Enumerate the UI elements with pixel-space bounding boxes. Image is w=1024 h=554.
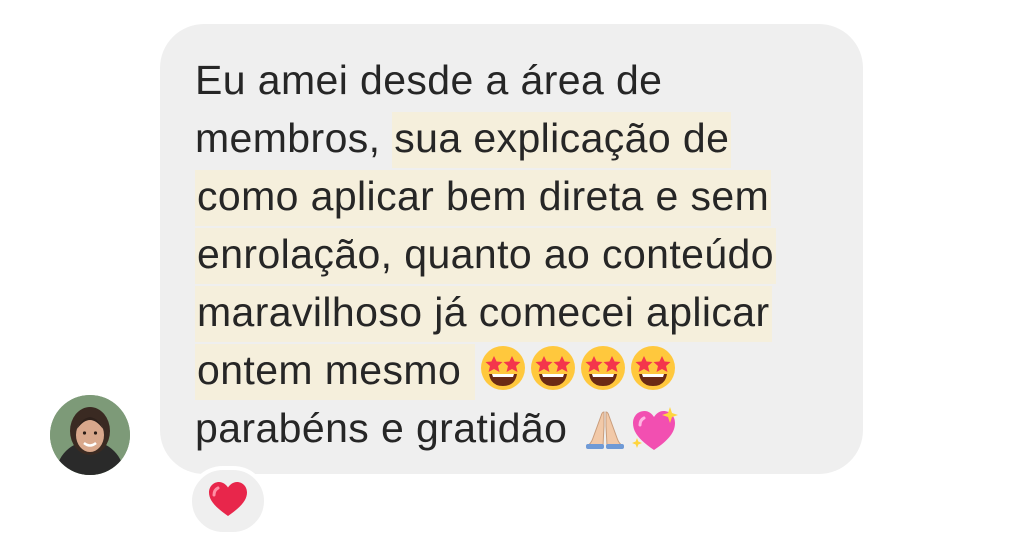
star-struck-emoji-group xyxy=(479,344,677,407)
message-line-5-highlight: maravilhoso já comecei aplicar xyxy=(195,286,772,342)
avatar-photo xyxy=(50,395,130,475)
red-heart-icon xyxy=(207,480,249,523)
sender-avatar[interactable] xyxy=(50,395,130,475)
message-text: Eu amei desde a área de membros, sua exp… xyxy=(195,51,776,457)
message-line-7-text: parabéns e gratidão xyxy=(195,405,580,451)
chat-thread: Eu amei desde a área de membros, sua exp… xyxy=(0,0,1024,554)
message-bubble[interactable]: Eu amei desde a área de membros, sua exp… xyxy=(160,24,863,474)
star-struck-emoji xyxy=(479,344,527,407)
message-line-2-text: membros, xyxy=(195,115,393,161)
message-line-3-highlight: como aplicar bem direta e sem xyxy=(195,170,772,226)
message-line-2: membros, sua explicação de xyxy=(195,109,776,168)
message-line-2-highlight: sua explicação de xyxy=(392,112,732,168)
message-line-7: parabéns e gratidão xyxy=(195,399,776,457)
message-line-5: maravilhoso já comecei aplicar xyxy=(195,283,776,342)
message-line-6-highlight: ontem mesmo xyxy=(195,344,475,400)
closing-emoji-group xyxy=(583,406,679,469)
star-struck-emoji xyxy=(529,344,577,407)
message-line-4-highlight: enrolação, quanto ao conteúdo xyxy=(195,228,776,284)
message-line-1: Eu amei desde a área de xyxy=(195,51,776,109)
message-line-3: como aplicar bem direta e sem xyxy=(195,167,776,226)
star-struck-emoji xyxy=(629,344,677,407)
message-line-4: enrolação, quanto ao conteúdo xyxy=(195,225,776,284)
sparkling-heart-emoji xyxy=(629,406,679,469)
folded-hands-emoji xyxy=(583,406,627,469)
reaction-badge[interactable] xyxy=(188,466,268,536)
star-struck-emoji xyxy=(579,344,627,407)
message-line-6: ontem mesmo xyxy=(195,341,776,400)
message-line-1-text: Eu amei desde a área de xyxy=(195,57,663,103)
